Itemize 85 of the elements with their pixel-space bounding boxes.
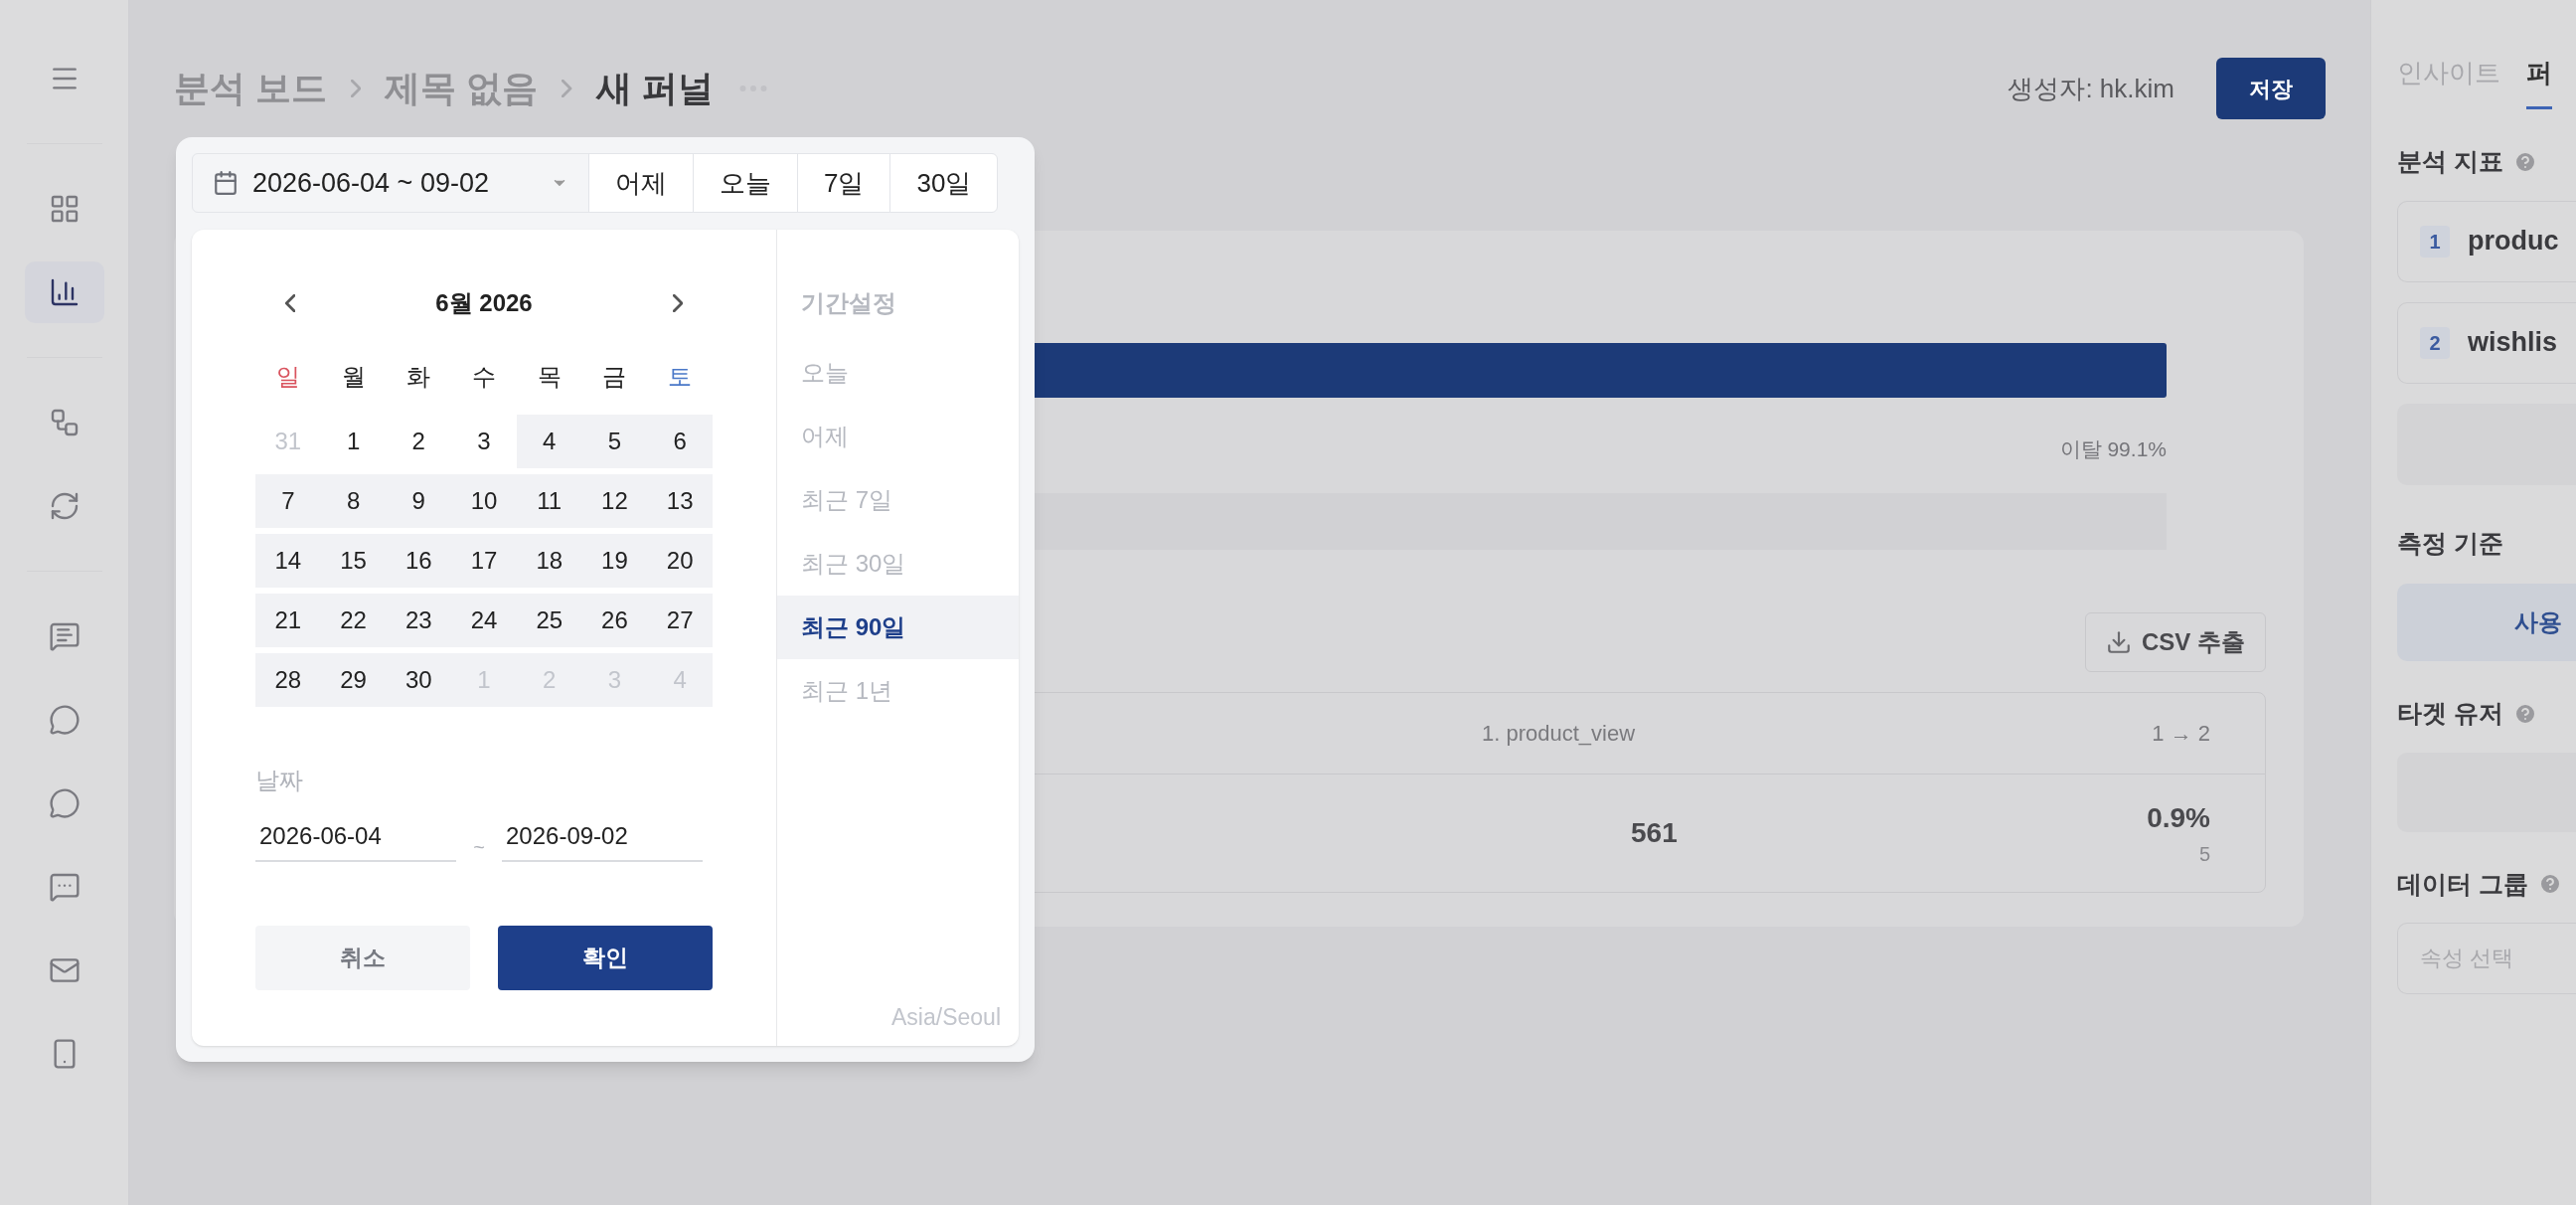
calendar-day[interactable]: 12 <box>581 474 648 528</box>
quick-range-button[interactable]: 7일 <box>797 153 891 213</box>
date-range-select[interactable]: 2026-06-04 ~ 09-02 <box>192 153 589 213</box>
calendar-icon <box>213 170 239 196</box>
next-month-icon[interactable] <box>672 294 683 312</box>
start-date-field[interactable]: 2026-06-04 <box>255 812 456 862</box>
calendar-day[interactable]: 30 <box>386 653 452 707</box>
calendar-day[interactable]: 5 <box>581 415 648 468</box>
weekday-label: 목 <box>536 362 563 392</box>
quick-range-button[interactable]: 30일 <box>889 153 999 213</box>
section-title: 데이터 그룹 <box>2397 868 2528 900</box>
calendar-day[interactable]: 21 <box>255 594 321 647</box>
calendar-day[interactable]: 16 <box>386 534 452 588</box>
metric-item[interactable]: 1 produc <box>2397 200 2576 282</box>
measure-button[interactable]: 사용 <box>2397 584 2576 661</box>
calendar-day[interactable]: 17 <box>451 534 517 588</box>
calendar-day[interactable]: 10 <box>451 474 517 528</box>
section-title: 분석 지표 <box>2397 146 2503 177</box>
calendar-day[interactable]: 20 <box>647 534 714 588</box>
calendar-day[interactable]: 27 <box>647 594 714 647</box>
calendar-day[interactable]: 23 <box>386 594 452 647</box>
step-number: 1 <box>2420 225 2450 258</box>
timezone-label: Asia/Seoul <box>891 1002 1002 1032</box>
quick-range-button[interactable]: 오늘 <box>693 153 798 213</box>
calendar-day[interactable]: 22 <box>320 594 387 647</box>
calendar-day[interactable]: 8 <box>320 474 387 528</box>
calendar-day[interactable]: 26 <box>581 594 648 647</box>
calendar-day[interactable]: 3 <box>451 415 517 468</box>
date-section-label: 날짜 <box>255 766 304 795</box>
section-title: 측정 기준 <box>2397 527 2504 559</box>
calendar-day[interactable]: 19 <box>581 534 648 588</box>
table-cell-text: 0.9% <box>2147 800 2210 835</box>
weekday-label: 수 <box>471 362 497 392</box>
month-title: 6월 2026 <box>435 288 533 318</box>
save-button[interactable]: 저장 <box>2216 58 2326 119</box>
calendar-day[interactable]: 18 <box>516 534 582 588</box>
download-icon <box>2106 628 2132 655</box>
chat-bubble-icon <box>48 704 80 736</box>
calendar-day[interactable]: 29 <box>320 653 387 707</box>
weekday-label: 월 <box>340 362 367 392</box>
end-date-field[interactable]: 2026-09-02 <box>502 812 703 862</box>
calendar-day[interactable]: 28 <box>255 653 321 707</box>
calendar-day[interactable]: 4 <box>516 415 582 468</box>
weekday-label: 일 <box>274 362 301 392</box>
breadcrumb-item: 새 퍼널 <box>595 67 714 110</box>
calendar-day[interactable]: 11 <box>516 474 582 528</box>
calendar-day[interactable]: 6 <box>647 415 714 468</box>
calendar-day[interactable]: 15 <box>320 534 387 588</box>
range-separator: ~ <box>472 835 486 860</box>
quick-range-button[interactable]: 어제 <box>588 153 694 213</box>
previous-month-icon[interactable] <box>285 294 296 312</box>
metric-name: produc <box>2468 225 2559 258</box>
table-cell-text: 561 <box>1631 815 1678 850</box>
weekday-label: 금 <box>601 362 628 392</box>
cancel-button[interactable]: 취소 <box>255 926 470 990</box>
chevron-right-icon <box>562 80 572 97</box>
drop-label: 이탈 99.1% <box>2059 436 2167 462</box>
sidebar-item[interactable] <box>24 261 104 323</box>
message-dots-icon <box>48 871 80 903</box>
preset-item[interactable]: 최근 90일 <box>777 596 1019 659</box>
chat-bubble-icon <box>48 787 80 819</box>
calendar-day[interactable]: 9 <box>386 474 452 528</box>
author-label: 생성자: hk.kim <box>2008 72 2174 105</box>
table-cell-text: 5 <box>2198 841 2210 867</box>
section-title: 타겟 유저 <box>2397 698 2503 729</box>
message-icon <box>48 620 80 652</box>
step-number: 2 <box>2420 326 2450 359</box>
calendar-day[interactable]: 1 <box>320 415 387 468</box>
confirm-button[interactable]: 확인 <box>498 926 713 990</box>
chevron-right-icon <box>351 80 362 97</box>
panel-tab[interactable]: 퍼 <box>2526 54 2552 109</box>
calendar-day[interactable]: 14 <box>255 534 321 588</box>
calendar-day[interactable]: 7 <box>255 474 321 528</box>
calendar-day[interactable]: 25 <box>516 594 582 647</box>
metric-name: wishlis <box>2468 326 2558 360</box>
calendar-day[interactable]: 24 <box>451 594 517 647</box>
calendar-day[interactable]: 2 <box>386 415 452 468</box>
csv-export-button[interactable]: CSV 추출 <box>2085 611 2266 672</box>
column-header: 1. product_view <box>1482 719 1636 748</box>
column-header: 1 → 2 <box>2152 719 2210 748</box>
weekday-label: 토 <box>667 362 694 392</box>
calendar-day[interactable]: 13 <box>647 474 714 528</box>
metric-item[interactable]: 2 wishlis <box>2397 301 2576 384</box>
presets-title: 기간설정 <box>800 288 897 318</box>
weekday-label: 화 <box>405 362 432 392</box>
